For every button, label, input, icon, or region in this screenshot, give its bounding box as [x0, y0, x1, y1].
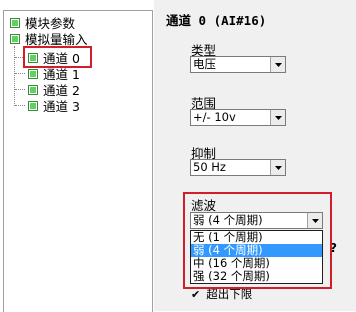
- channel-title: 通道 0 (AI#16): [166, 13, 267, 28]
- chevron-down-icon[interactable]: [270, 160, 285, 175]
- tree-item-module-params[interactable]: 模块参数: [10, 15, 75, 31]
- tree-connector-line: [14, 46, 15, 106]
- range-value: +/- 10v: [193, 110, 236, 124]
- suppression-value: 50 Hz: [193, 160, 226, 174]
- node-checkbox-icon: [28, 84, 38, 95]
- type-select[interactable]: 电压: [190, 56, 286, 73]
- tree-connector-line: [15, 73, 25, 74]
- tree-connector-line: [15, 89, 25, 90]
- tree-connector-line: [15, 105, 25, 106]
- range-select[interactable]: +/- 10v: [190, 109, 286, 126]
- chevron-down-icon[interactable]: [270, 57, 285, 72]
- channel-0-highlight: [23, 46, 92, 68]
- tree-item-channel-1[interactable]: 通道 1: [28, 66, 80, 82]
- tree-panel: 模块参数 模拟量输入 通道 0 通道 1 通道 2 通道 3: [3, 10, 153, 312]
- tree-item-label: 通道 3: [43, 99, 80, 114]
- node-checkbox-icon: [28, 100, 38, 111]
- chevron-down-icon[interactable]: [270, 110, 285, 125]
- tree-item-analog-input[interactable]: 模拟量输入: [10, 31, 88, 47]
- node-checkbox-icon: [10, 17, 20, 28]
- tree-item-channel-3[interactable]: 通道 3: [28, 98, 80, 114]
- node-checkbox-icon: [10, 33, 20, 44]
- suppression-select[interactable]: 50 Hz: [190, 159, 286, 176]
- check-icon: ✔: [191, 287, 201, 301]
- type-value: 电压: [193, 57, 216, 71]
- node-checkbox-icon: [28, 68, 38, 79]
- filter-highlight: [183, 192, 332, 289]
- tree-item-channel-2[interactable]: 通道 2: [28, 82, 80, 98]
